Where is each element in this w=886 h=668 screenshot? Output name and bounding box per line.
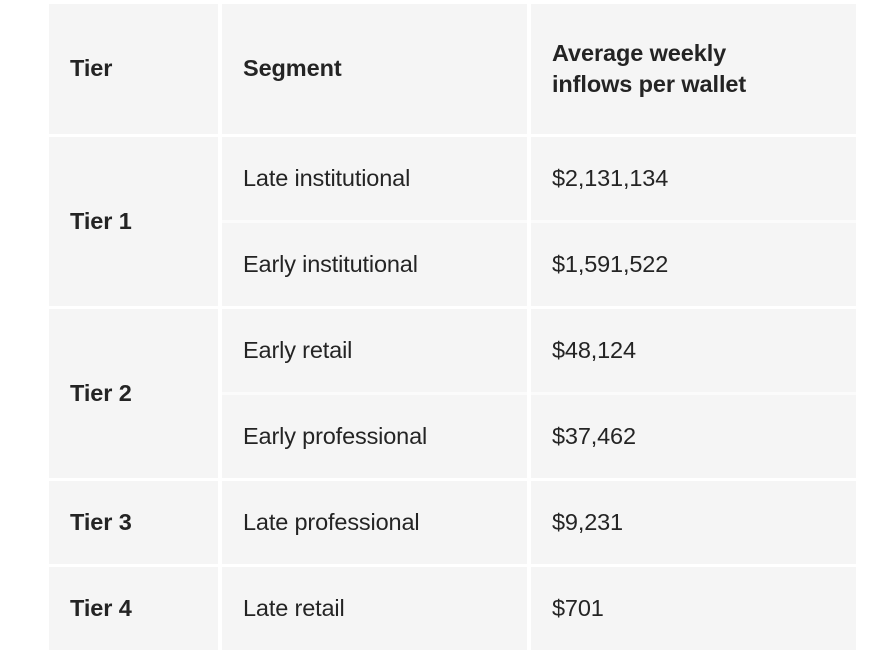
segment-cell: Early retail [222,309,527,392]
value-cell: $701 [531,567,856,650]
table-row: Tier 4 Late retail $701 [49,567,856,650]
column-header-tier: Tier [49,4,218,134]
tier-group-label: Tier 1 [49,137,218,306]
table-row: Tier 1 Late institutional $2,131,134 [49,137,856,220]
tier-group-label: Tier 2 [49,309,218,478]
tier-group-label: Tier 3 [49,481,218,564]
tier-inflows-table: Tier Segment Average weekly inflows per … [45,1,860,653]
value-cell: $9,231 [531,481,856,564]
segment-cell: Late professional [222,481,527,564]
tier-inflows-table-container: Tier Segment Average weekly inflows per … [49,4,856,654]
table-header: Tier Segment Average weekly inflows per … [49,4,856,134]
column-header-average-weekly-inflows: Average weekly inflows per wallet [531,4,856,134]
segment-cell: Early institutional [222,223,527,306]
segment-cell: Early professional [222,395,527,478]
column-header-value-line2: inflows per wallet [552,71,746,97]
value-cell: $1,591,522 [531,223,856,306]
tier-group-label: Tier 4 [49,567,218,650]
segment-cell: Late institutional [222,137,527,220]
column-header-segment: Segment [222,4,527,134]
value-cell: $2,131,134 [531,137,856,220]
value-cell: $37,462 [531,395,856,478]
table-row: Tier 2 Early retail $48,124 [49,309,856,392]
header-row: Tier Segment Average weekly inflows per … [49,4,856,134]
table-row: Tier 3 Late professional $9,231 [49,481,856,564]
value-cell: $48,124 [531,309,856,392]
table-body: Tier 1 Late institutional $2,131,134 Ear… [49,137,856,650]
segment-cell: Late retail [222,567,527,650]
column-header-value-line1: Average weekly [552,40,726,66]
